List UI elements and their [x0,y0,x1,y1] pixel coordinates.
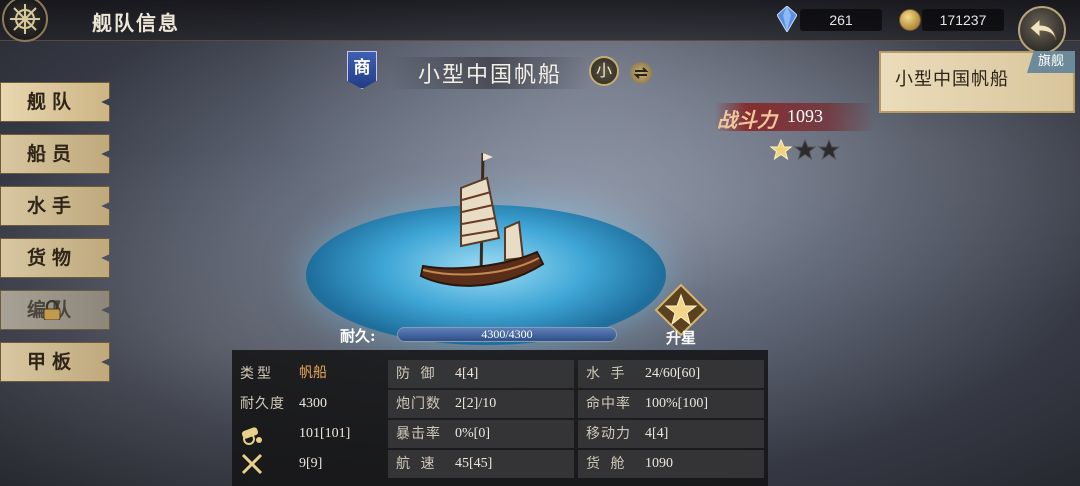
back-button[interactable] [1018,6,1066,54]
stat-gun-ports-value: 2[2]/10 [455,396,497,411]
stat-gun-ports-label: 炮门数 [396,396,441,412]
stat-move: 移动力 4[4] [578,420,764,448]
stat-move-value: 4[4] [645,426,669,441]
tab-deck[interactable]: 甲板 [0,342,110,382]
stat-type: 类型 帆船 [232,360,382,388]
stat-durability-value: 4300 [299,396,327,411]
stat-crit: 暴击率 0%[0] [388,420,574,448]
stat-crit-value: 0%[0] [455,426,490,441]
stat-defense-value: 4[4] [455,366,479,381]
stat-sailors: 水 手 24/60[60] [578,360,764,388]
stat-defense: 防 御 4[4] [388,360,574,388]
stat-speed: 航 速 45[45] [388,450,574,478]
stat-hit-value: 100%[100] [645,396,708,411]
stat-cannon: 101[101] [232,420,382,448]
stat-defense-label: 防 御 [396,366,438,382]
ship-size-badge: 小 [589,56,619,86]
stat-type-value: 帆船 [299,366,327,381]
stat-attack: 9[9] [232,450,382,478]
durability-value: 4300/4300 [481,327,533,341]
stat-durability: 耐久度 4300 [232,390,382,418]
star-rating [770,139,842,165]
stat-crit-label: 暴击率 [396,426,441,442]
stat-hit: 命中率 100%[100] [578,390,764,418]
tab-sailors[interactable]: 水手 [0,186,110,226]
stat-cargo-label: 货 舱 [586,456,628,472]
tab-fleet[interactable]: 舰队 [0,82,110,122]
power-label: 战斗力 [717,108,777,132]
swap-icon[interactable] [630,62,652,84]
stat-gun-ports: 炮门数 2[2]/10 [388,390,574,418]
crossed-swords-icon [241,453,263,475]
stat-durability-label: 耐久度 [240,396,285,412]
stat-cargo: 货 舱 1090 [578,450,764,478]
star-filled-icon [770,139,792,161]
upgrade-star-label[interactable]: 升星 [666,327,696,348]
stat-hit-label: 命中率 [586,396,631,412]
star-empty-icon [818,139,840,161]
stat-speed-value: 45[45] [455,456,493,471]
tab-cargo[interactable]: 货物 [0,238,110,278]
page-title: 舰队信息 [92,11,180,35]
stat-cargo-value: 1090 [645,456,673,471]
ship-model[interactable] [415,148,550,303]
lock-icon [43,300,61,320]
stat-type-label: 类型 [240,366,274,382]
stat-sailors-value: 24/60[60] [645,366,701,381]
ship-name: 小型中国帆船 [390,57,590,89]
gem-count: 261 [800,9,882,31]
star-empty-icon [794,139,816,161]
back-arrow-icon [1029,17,1057,41]
stat-attack-value: 9[9] [299,456,323,471]
stat-cannon-value: 101[101] [299,426,351,441]
coin-count: 171237 [922,9,1004,31]
ship-stats-panel: 类型 帆船 耐久度 4300 101[101] 9[9] 防 御 4[4] 炮门… [232,350,768,486]
flagship-tag: 旗舰 [1027,51,1075,73]
durability-label: 耐久: [340,327,376,345]
fleet-ship-card[interactable]: 小型中国帆船 旗舰 [879,51,1075,113]
stat-speed-label: 航 速 [396,456,438,472]
coin-icon [899,9,921,31]
tab-formation[interactable]: 编队 [0,290,110,330]
fleet-ship-name: 小型中国帆船 [895,69,1009,90]
tab-crew[interactable]: 船员 [0,134,110,174]
stat-sailors-label: 水 手 [586,366,628,382]
power-value: 1093 [787,106,823,126]
cannon-icon [241,427,262,445]
stat-move-label: 移动力 [586,426,631,442]
gem-icon [777,6,797,32]
